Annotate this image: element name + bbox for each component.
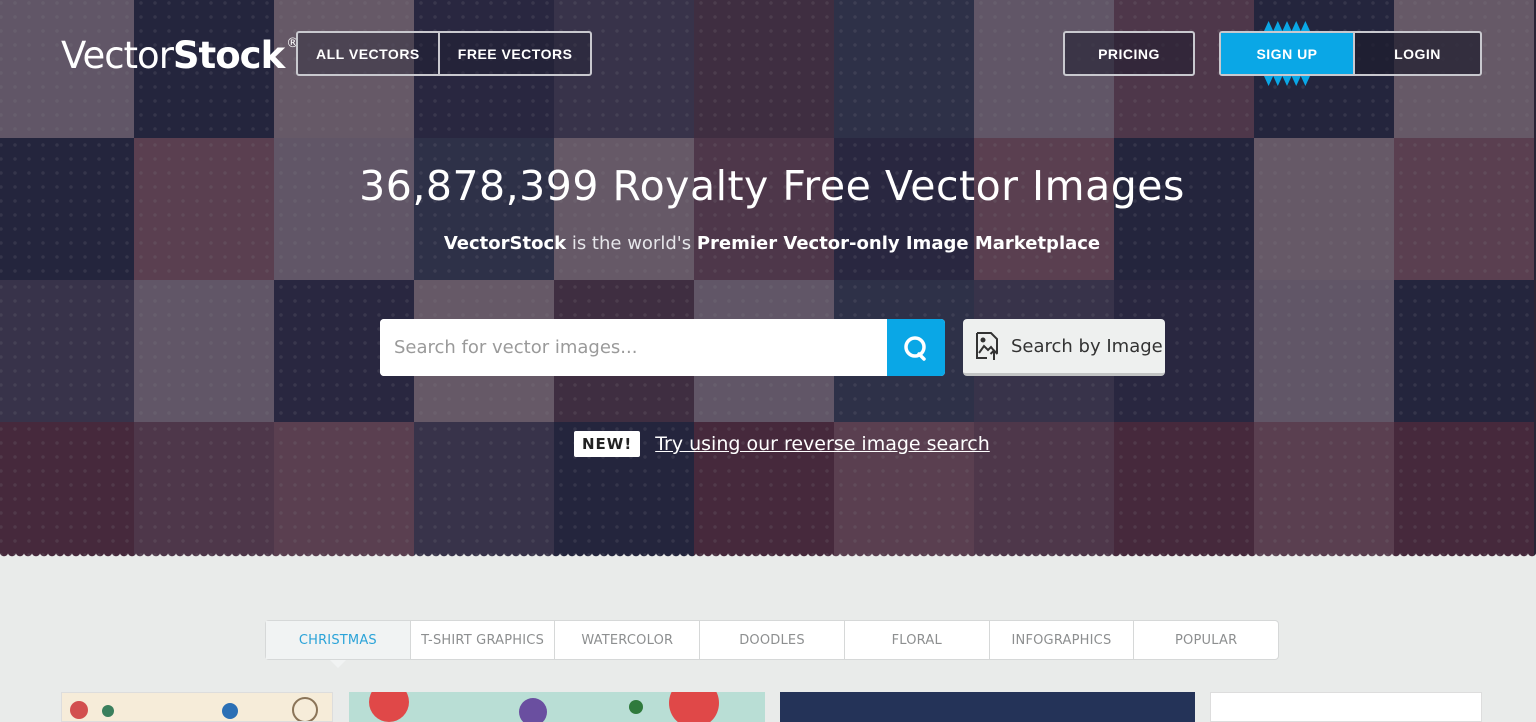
tab-watercolor[interactable]: WATERCOLOR [555,621,701,659]
all-vectors-button[interactable]: ALL VECTORS [298,33,438,74]
subheadline-emphasis: Premier Vector-only Image Marketplace [696,233,1101,254]
search-by-image-button[interactable]: Search by Image [963,319,1165,376]
sign-up-button[interactable]: SIGN UP [1221,33,1353,74]
tab-popular[interactable]: POPULAR [1134,621,1278,659]
image-upload-icon [976,332,999,360]
hero-headline: 36,878,399 Royalty Free Vector Images [359,162,1185,210]
reverse-image-search-link[interactable]: Try using our reverse image search [655,433,990,455]
hero-subheadline: VectorStock is the world's Premier Vecto… [0,233,1536,254]
gallery-thumbnail[interactable] [780,692,1195,722]
new-badge: NEW! [574,431,641,457]
search-submit-button[interactable] [887,319,945,376]
tab-floral[interactable]: FLORAL [845,621,990,659]
search-input[interactable] [380,319,887,376]
search-icon [904,335,926,361]
gallery-thumbnail[interactable] [349,692,765,722]
tab-christmas[interactable]: CHRISTMAS [266,621,411,668]
login-button[interactable]: LOGIN [1353,33,1480,74]
logo-text-light: Vector [61,34,174,77]
tab-doodles[interactable]: DOODLES [700,621,845,659]
subheadline-brand: VectorStock [443,233,567,254]
subheadline-middle: is the world's [566,233,697,254]
logo-text-bold: Stock [172,34,285,77]
free-vectors-button[interactable]: FREE VECTORS [437,33,591,74]
gallery-thumbnail[interactable] [61,692,333,722]
auth-buttons: SIGN UP LOGIN [1219,31,1482,76]
pricing-button[interactable]: PRICING [1063,31,1195,76]
vector-nav: ALL VECTORS FREE VECTORS [296,31,593,76]
vectorstock-logo[interactable]: VectorStock ® [61,34,299,77]
hero-wavy-edge [0,552,1536,560]
tab-t-shirt-graphics[interactable]: T-SHIRT GRAPHICS [411,621,556,659]
search-by-image-label: Search by Image [1011,335,1163,357]
tab-infographics[interactable]: INFOGRAPHICS [990,621,1135,659]
gallery-thumbnail[interactable] [1210,692,1482,722]
category-tabs: CHRISTMAS T-SHIRT GRAPHICS WATERCOLOR DO… [265,620,1279,668]
reverse-search-promo: NEW! Try using our reverse image search [574,431,990,457]
search-bar [380,319,945,376]
